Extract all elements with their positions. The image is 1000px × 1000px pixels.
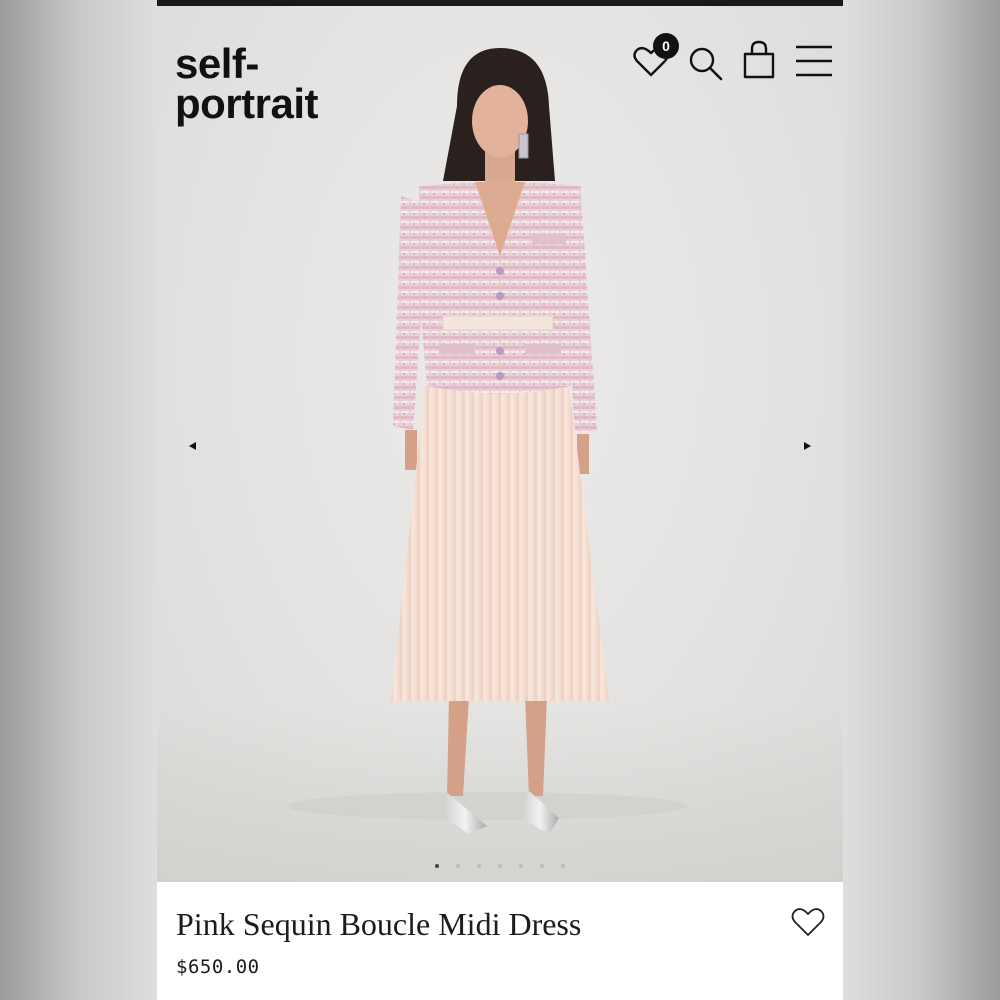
brand-logo[interactable]: self- portrait <box>175 40 319 127</box>
carousel-dot[interactable] <box>477 864 481 868</box>
carousel-dot[interactable] <box>456 864 460 868</box>
product-price: $650.00 <box>176 956 260 978</box>
carousel-dot[interactable] <box>561 864 565 868</box>
search-icon[interactable] <box>688 46 724 82</box>
brand-logo-line2: portrait <box>175 80 319 127</box>
product-image-gallery[interactable]: self- portrait 0 <box>157 6 843 882</box>
product-info: Pink Sequin Boucle Midi Dress $650.00 <box>157 882 843 1000</box>
wishlist-count-badge: 0 <box>653 33 679 59</box>
next-slide-icon[interactable] <box>800 439 814 453</box>
product-name: Pink Sequin Boucle Midi Dress <box>176 906 582 942</box>
carousel-dot[interactable] <box>540 864 544 868</box>
previous-slide-icon[interactable] <box>186 439 200 453</box>
shopping-bag-icon[interactable] <box>742 40 776 80</box>
brand-logo-line1: self- <box>175 40 259 87</box>
add-to-wishlist-heart-icon[interactable] <box>791 906 825 938</box>
carousel-dot[interactable] <box>435 864 439 868</box>
menu-icon[interactable] <box>795 44 833 78</box>
carousel-dot[interactable] <box>519 864 523 868</box>
carousel-dot[interactable] <box>498 864 502 868</box>
product-photo <box>287 48 687 834</box>
mobile-page: self- portrait 0 Pink Sequin Boucle Midi… <box>157 0 843 1000</box>
